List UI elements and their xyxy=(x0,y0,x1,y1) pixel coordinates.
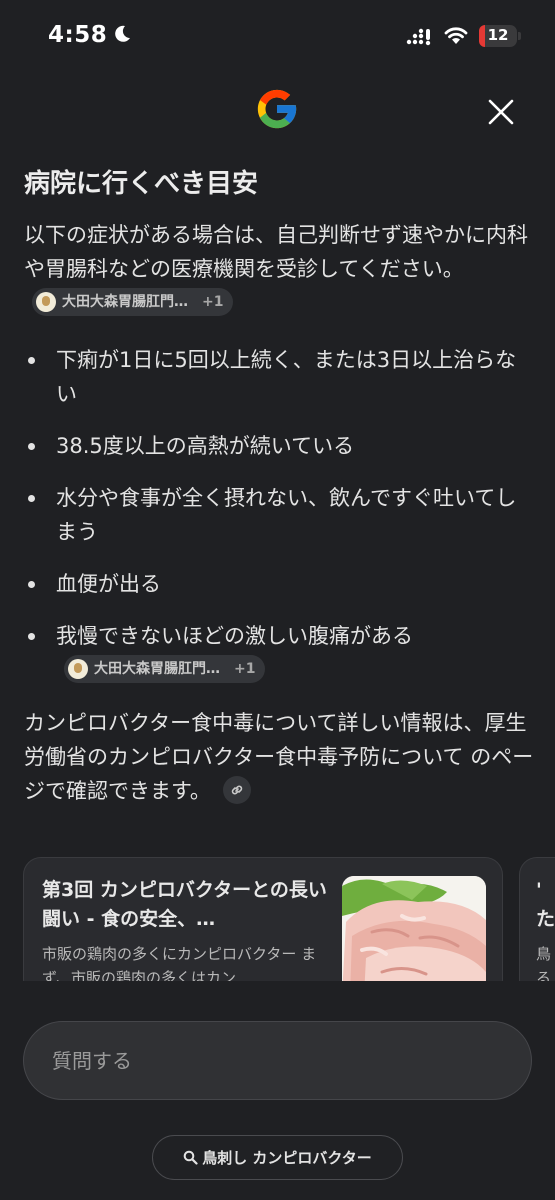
status-time: 4:58 xyxy=(48,22,108,48)
list-item: 我慢できないほどの激しい腹痛がある大田大森胃腸肛門… +1 xyxy=(24,619,534,687)
result-card[interactable]: 第3回 カンピロバクターとの長い闘い - 食の安全、… 市販の鶏肉の多くにカンピ… xyxy=(23,857,503,981)
link-button[interactable] xyxy=(222,776,251,804)
card-snippet: 市販の鶏肉の多くにカンピロバクター まず、市販の鶏肉の多くはカン… xyxy=(42,945,317,981)
list-item-text: 水分や食事が全く摂れない、飲んですぐ吐いてしまう xyxy=(56,486,517,544)
moon-icon xyxy=(115,25,130,42)
card-title-partial: ' た xyxy=(536,879,555,930)
result-card[interactable]: ' た 鳥る xyxy=(519,857,555,981)
close-icon xyxy=(488,99,514,125)
list-item-text: 38.5度以上の高熱が続いている xyxy=(56,434,355,458)
related-query-label: 鳥刺し カンピロバクター xyxy=(202,1149,372,1167)
source-chip[interactable]: 大田大森胃腸肛門… +1 xyxy=(64,655,266,683)
symptom-list: 下痢が1日に5回以上続く、または3日以上治らない 38.5度以上の高熱が続いてい… xyxy=(24,343,534,705)
card-snippet-partial: 鳥る xyxy=(536,945,552,981)
bullet-dot xyxy=(28,357,35,364)
intro-text: 以下の症状がある場合は、自己判断せず速やかに内科や胃腸科などの医療機関を受診して… xyxy=(24,223,528,281)
list-item: 水分や食事が全く摂れない、飲んですぐ吐いてしまう xyxy=(24,481,534,549)
section-heading: 病院に行くべき目安 xyxy=(24,169,259,199)
closing-paragraph: カンピロバクター食中毒について詳しい情報は、厚生労働省のカンピロバクター食中毒予… xyxy=(24,706,534,808)
source-more-count: +1 xyxy=(234,661,256,677)
list-item-text: 下痢が1日に5回以上続く、または3日以上治らない xyxy=(56,348,517,406)
list-item: 血便が出る xyxy=(24,567,534,601)
wifi-icon xyxy=(444,27,468,44)
source-avatar xyxy=(68,659,88,679)
source-chip[interactable]: 大田大森胃腸肛門… +1 xyxy=(32,288,234,316)
bullet-dot xyxy=(28,495,35,502)
link-icon xyxy=(231,785,243,795)
search-icon xyxy=(183,1150,198,1165)
battery-nub xyxy=(518,32,521,40)
google-g-icon xyxy=(257,89,297,129)
status-bar: 4:58 12 xyxy=(0,0,555,72)
list-item: 38.5度以上の高熱が続いている xyxy=(24,429,534,463)
intro-paragraph: 以下の症状がある場合は、自己判断せず速やかに内科や胃腸科などの医療機関を受診して… xyxy=(24,218,534,320)
bullet-dot xyxy=(28,581,35,588)
closing-text: カンピロバクター食中毒について詳しい情報は、厚生労働省のカンピロバクター食中毒予… xyxy=(24,711,534,803)
related-query-chip[interactable]: 鳥刺し カンピロバクター xyxy=(152,1135,403,1180)
source-name: 大田大森胃腸肛門… xyxy=(94,661,220,677)
card-title: 第3回 カンピロバクターとの長い闘い - 食の安全、… xyxy=(42,879,327,930)
result-carousel[interactable]: 第3回 カンピロバクターとの長い闘い - 食の安全、… 市販の鶏肉の多くにカンピ… xyxy=(0,857,555,981)
list-item: 下痢が1日に5回以上続く、または3日以上治らない xyxy=(24,343,534,411)
source-more-count: +1 xyxy=(202,294,224,310)
ask-input[interactable] xyxy=(52,1022,502,1099)
battery-icon: 12 xyxy=(479,25,517,47)
raw-chicken-image xyxy=(342,876,486,981)
signal-icon xyxy=(406,28,431,46)
ask-field[interactable] xyxy=(23,1021,532,1100)
list-item-text: 血便が出る xyxy=(56,572,161,596)
source-avatar xyxy=(36,292,56,312)
source-name: 大田大森胃腸肛門… xyxy=(62,294,188,310)
chicken-illustration xyxy=(342,876,486,981)
bullet-dot xyxy=(28,633,35,640)
list-item-text: 我慢できないほどの激しい腹痛がある xyxy=(56,624,413,648)
close-button[interactable] xyxy=(481,92,521,132)
battery-level: 12 xyxy=(487,26,509,44)
bullet-dot xyxy=(28,443,35,450)
